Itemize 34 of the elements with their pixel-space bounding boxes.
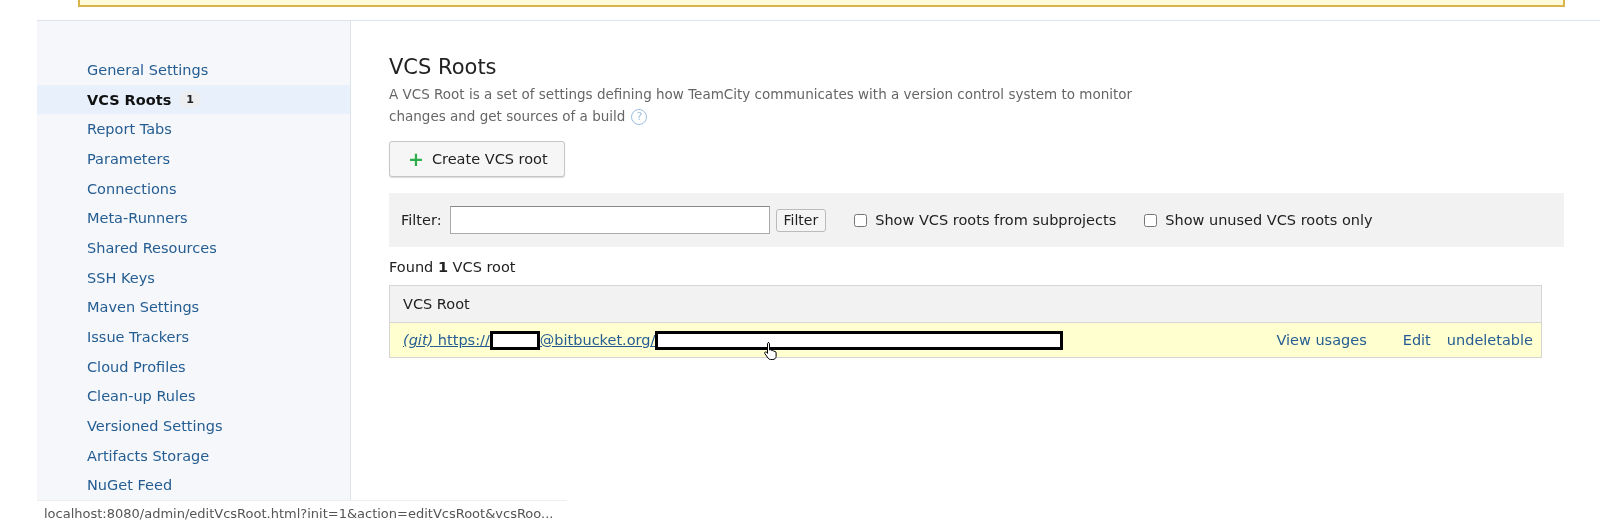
sidebar-item[interactable]: Versioned Settings — [37, 411, 350, 441]
sidebar-item[interactable]: Parameters — [37, 144, 350, 174]
status-text: undeletable — [1446, 332, 1533, 348]
sidebar-item[interactable]: Maven Settings — [37, 292, 350, 323]
page-description: A VCS Root is a set of settings defining how TeamCity communicates with a version control system to monitor changes and get sources of a build ? — [389, 85, 1134, 127]
sidebar-item[interactable]: Connections — [37, 173, 350, 204]
page-title: VCS Roots — [389, 55, 497, 79]
hand-cursor-icon — [763, 340, 779, 361]
vcs-root-link[interactable]: (git) https:// @bitbucket.org/ — [403, 330, 1064, 350]
sidebar-item[interactable]: NuGet Feed — [37, 470, 350, 501]
action-link[interactable]: Edit — [1402, 332, 1431, 348]
redaction-box — [489, 330, 540, 350]
column-header: VCS Root — [390, 286, 1541, 323]
checkbox-label: Show unused VCS roots only — [1165, 212, 1373, 228]
sidebar-item[interactable]: Report Tabs — [37, 114, 350, 144]
count-badge: 1 — [179, 91, 201, 108]
sidebar-item[interactable]: SSH Keys — [37, 262, 350, 293]
action-link[interactable]: View usages — [1276, 332, 1367, 348]
checkbox-label: Show VCS roots from subprojects — [875, 212, 1117, 228]
sidebar-item[interactable]: Clean-up Rules — [37, 381, 350, 412]
filter-button[interactable]: Filter — [775, 208, 827, 232]
sidebar-item[interactable]: Artifacts Storage — [37, 440, 350, 471]
sidebar-item[interactable]: Issue Trackers — [37, 322, 350, 352]
sidebar-item[interactable]: General Settings — [37, 55, 350, 85]
checkbox[interactable] — [1144, 213, 1158, 227]
create-vcs-root-button[interactable]: + Create VCS root — [389, 141, 565, 177]
sidebar-item[interactable]: VCS Roots 1 — [37, 84, 350, 115]
checkbox[interactable] — [854, 213, 868, 227]
sidebar-item[interactable]: Meta-Runners — [37, 203, 350, 234]
sidebar-item[interactable]: Cloud Profiles — [37, 351, 350, 382]
result-count: Found 1 VCS root — [389, 259, 516, 275]
sidebar-item[interactable]: Shared Resources — [37, 233, 350, 263]
filter-field[interactable] — [449, 206, 770, 234]
filter-label: Filter: — [401, 212, 442, 228]
